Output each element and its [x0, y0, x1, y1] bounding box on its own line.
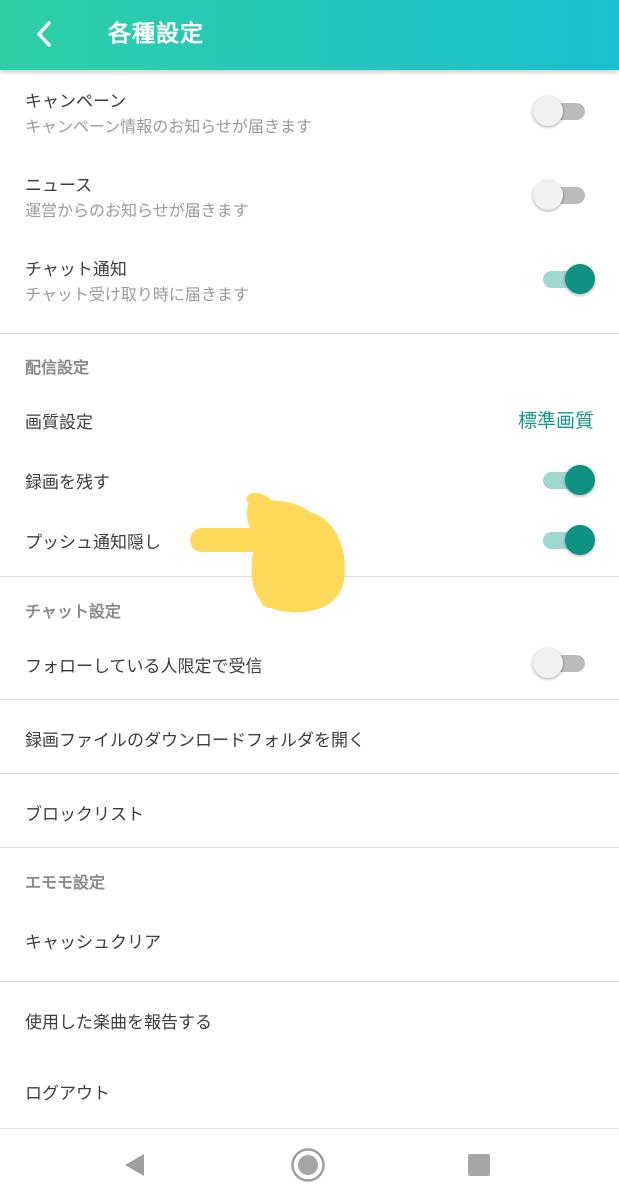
setting-chat-notification[interactable]: チャット通知 チャット受け取り時に届きます — [0, 238, 619, 333]
divider — [0, 847, 619, 848]
setting-subtitle: キャンペーン情報のお知らせが届きます — [25, 117, 312, 136]
followers-only-toggle[interactable] — [533, 648, 589, 678]
setting-title: チャット通知 — [25, 260, 127, 280]
menu-report-music[interactable]: 使用した楽曲を報告する — [0, 982, 619, 1054]
nav-recents-button[interactable] — [457, 1143, 501, 1187]
system-navigation-bar — [0, 1128, 619, 1200]
setting-title: フォローしている人限定で受信 — [25, 657, 263, 677]
menu-cache-clear[interactable]: キャッシュクリア — [0, 910, 619, 980]
menu-block-list[interactable]: ブロックリスト — [0, 774, 619, 847]
setting-title: プッシュ通知隠し — [25, 533, 161, 553]
menu-label: キャッシュクリア — [25, 933, 161, 953]
section-heading-chat: チャット設定 — [25, 602, 121, 621]
menu-label: ブロックリスト — [25, 805, 144, 825]
setting-quality[interactable]: 画質設定 標準画質 — [0, 390, 619, 448]
menu-label: ログアウト — [25, 1084, 110, 1104]
section-heading-emomo: エモモ設定 — [25, 873, 106, 892]
setting-title: 録画を残す — [25, 473, 110, 493]
quality-value[interactable]: 標準画質 — [518, 406, 594, 433]
nav-back-button[interactable] — [113, 1143, 157, 1187]
back-button[interactable] — [22, 12, 66, 56]
toggle-knob — [565, 525, 595, 555]
setting-title: ニュース — [25, 176, 93, 196]
hide-push-toggle[interactable] — [537, 525, 595, 555]
toggle-knob — [565, 465, 595, 495]
divider — [0, 333, 619, 334]
pointing-hand-icon — [190, 493, 345, 613]
setting-subtitle: チャット受け取り時に届きます — [25, 285, 249, 304]
menu-label: 使用した楽曲を報告する — [25, 1013, 212, 1033]
triangle-back-icon — [125, 1154, 144, 1176]
campaign-toggle[interactable] — [533, 96, 589, 126]
toggle-knob — [533, 648, 563, 678]
toggle-knob — [533, 96, 563, 126]
setting-title: キャンペーン — [25, 92, 127, 112]
toggle-knob — [533, 180, 563, 210]
menu-logout[interactable]: ログアウト — [0, 1054, 619, 1126]
setting-title: 画質設定 — [25, 413, 93, 433]
setting-subtitle: 運営からのお知らせが届きます — [25, 201, 249, 220]
news-toggle[interactable] — [533, 180, 589, 210]
chat-notification-toggle[interactable] — [537, 264, 595, 294]
app-bar: 各種設定 — [0, 0, 619, 70]
toggle-knob — [565, 264, 595, 294]
section-heading-broadcast: 配信設定 — [25, 358, 90, 377]
chevron-left-icon — [37, 21, 51, 47]
setting-campaign[interactable]: キャンペーン キャンペーン情報のお知らせが届きます — [0, 70, 619, 154]
setting-news[interactable]: ニュース 運営からのお知らせが届きます — [0, 154, 619, 238]
keep-recording-toggle[interactable] — [537, 465, 595, 495]
setting-followers-only[interactable]: フォローしている人限定で受信 — [0, 632, 619, 698]
square-recents-icon — [468, 1154, 490, 1176]
circle-home-icon — [291, 1148, 325, 1182]
page-title: 各種設定 — [108, 21, 204, 47]
menu-label: 録画ファイルのダウンロードフォルダを開く — [25, 731, 365, 751]
menu-open-folder[interactable]: 録画ファイルのダウンロードフォルダを開く — [0, 700, 619, 773]
nav-home-button[interactable] — [286, 1143, 330, 1187]
